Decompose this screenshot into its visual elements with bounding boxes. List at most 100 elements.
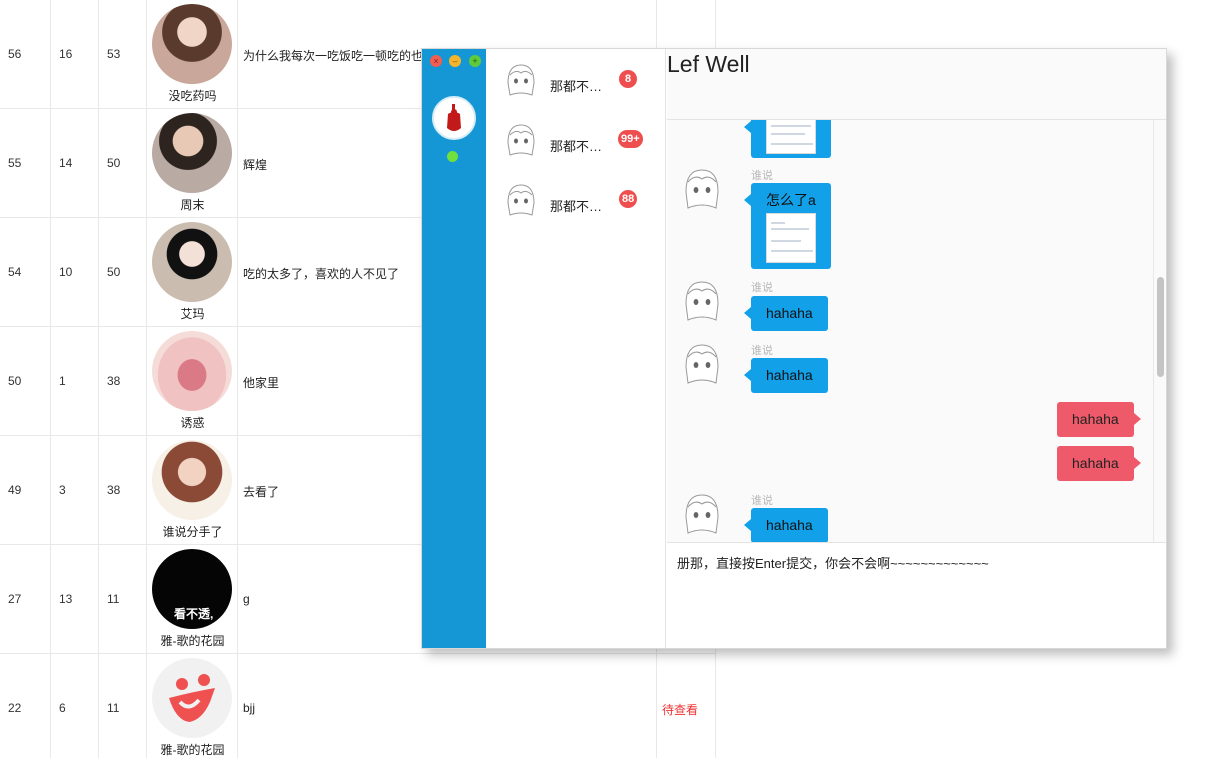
user-avatar[interactable]	[152, 658, 232, 738]
user-nickname: 没吃药吗	[168, 89, 217, 103]
cell-score: 50	[107, 156, 121, 170]
cell-count: 6	[59, 701, 66, 715]
unread-badge: 88	[619, 190, 638, 208]
cell-id: 49	[8, 483, 22, 497]
message-text: 辉煌	[243, 158, 268, 172]
unread-badge: 8	[619, 70, 637, 88]
incoming-message-bubble[interactable]: hahaha	[744, 508, 828, 542]
cell-count: 14	[59, 156, 73, 170]
online-status-indicator	[447, 151, 458, 162]
conversation-name: 那都不…	[550, 79, 603, 94]
chat-sidebar: × – +	[422, 49, 486, 648]
unread-badge: 99+	[618, 130, 643, 148]
statue-avatar-icon	[447, 104, 461, 131]
incoming-message-bubble[interactable]: hahaha	[744, 358, 828, 393]
user-nickname: 诱惑	[180, 416, 205, 430]
conversation-item[interactable]: 那都不… 88	[486, 171, 666, 231]
message-input-text: 册那，直接按Enter提交，你会不会啊~~~~~~~~~~~~~	[677, 556, 989, 571]
my-avatar[interactable]	[432, 96, 476, 140]
avatar-caption: 看不透,	[174, 607, 214, 621]
status-link[interactable]: 待查看	[662, 701, 698, 718]
anime-avatar-icon	[685, 281, 719, 321]
user-avatar[interactable]	[152, 113, 232, 193]
anime-avatar-icon	[507, 184, 535, 216]
cell-id: 55	[8, 156, 22, 170]
cell-id: 22	[8, 701, 22, 715]
anime-avatar-icon	[685, 344, 719, 384]
user-avatar[interactable]	[152, 222, 232, 302]
cell-id: 54	[8, 265, 22, 279]
user-avatar[interactable]	[152, 440, 232, 520]
close-window-button[interactable]: ×	[430, 55, 442, 67]
outgoing-message-bubble[interactable]: hahaha	[1057, 446, 1141, 481]
conversation-item[interactable]: 那都不… 99+	[486, 111, 666, 171]
incoming-message-bubble[interactable]: 怎么了a	[744, 183, 831, 269]
chat-window: × – + 那都不… 8 那都不… 99+ 那都不… 88 Lef Well 谁…	[421, 48, 1167, 649]
people-logo-icon	[169, 674, 215, 722]
incoming-message-bubble[interactable]: hahaha	[744, 296, 828, 331]
message-text: hahaha	[1072, 455, 1119, 471]
table-row[interactable]: 22 6 11 雅-歌的花园 bjj 待查看	[0, 654, 716, 758]
user-nickname: 谁说分手了	[162, 525, 223, 539]
cell-score: 11	[107, 592, 120, 606]
anime-avatar-icon	[507, 124, 535, 156]
cell-id: 27	[8, 592, 22, 606]
user-nickname: 艾玛	[180, 307, 205, 321]
user-avatar[interactable]	[152, 331, 232, 411]
conversation-item[interactable]: 那都不… 8	[486, 51, 666, 111]
message-scrollbar[interactable]	[1153, 120, 1166, 542]
cell-score: 50	[107, 265, 121, 279]
sender-name: 谁说	[751, 345, 773, 357]
user-avatar[interactable]: 看不透,	[152, 549, 232, 629]
sender-name: 谁说	[751, 282, 773, 294]
message-text: hahaha	[766, 305, 813, 321]
minimize-window-button[interactable]: –	[449, 55, 461, 67]
conversation-name: 那都不…	[550, 199, 603, 214]
cell-id: 50	[8, 374, 22, 388]
conversation-name: 那都不…	[550, 139, 603, 154]
cell-score: 38	[107, 374, 121, 388]
sender-name: 谁说	[751, 495, 773, 507]
message-list: 谁说 怎么了a 谁说 hahaha 谁说 hahaha hahaha hahah…	[667, 120, 1166, 542]
minimize-icon: –	[452, 56, 458, 66]
chat-header: Lef Well	[667, 49, 1166, 120]
message-text: hahaha	[1072, 411, 1119, 427]
cell-id: 56	[8, 47, 22, 61]
message-text: g	[243, 592, 250, 606]
message-text: 他家里	[243, 376, 280, 390]
message-text: 吃的太多了，喜欢的人不见了	[243, 267, 400, 281]
cell-count: 1	[59, 374, 66, 388]
close-icon: ×	[433, 56, 439, 66]
cell-count: 10	[59, 265, 73, 279]
cell-count: 13	[59, 592, 73, 606]
maximize-window-button[interactable]: +	[469, 55, 481, 67]
cell-score: 38	[107, 483, 121, 497]
outgoing-message-bubble[interactable]: hahaha	[1057, 402, 1141, 437]
cell-count: 3	[59, 483, 66, 497]
anime-avatar-icon	[507, 64, 535, 96]
maximize-icon: +	[472, 56, 478, 66]
cell-score: 11	[107, 701, 120, 715]
chat-title: Lef Well	[667, 51, 750, 77]
screenshot-thumbnail[interactable]	[766, 120, 816, 154]
anime-avatar-icon	[685, 494, 719, 534]
cell-score: 53	[107, 47, 121, 61]
message-text: hahaha	[766, 517, 813, 533]
message-text: 为什么我每次一吃饭吃一顿吃的也	[243, 49, 424, 63]
image-message-bubble[interactable]	[744, 120, 831, 158]
chat-panel: Lef Well 谁说 怎么了a 谁说 hahaha 谁说 hahaha hah…	[667, 49, 1166, 648]
anime-avatar-icon	[685, 169, 719, 209]
user-nickname: 周末	[180, 198, 205, 212]
screenshot-thumbnail[interactable]	[766, 213, 816, 263]
user-nickname: 雅-歌的花园	[160, 743, 225, 757]
scroll-thumb[interactable]	[1157, 277, 1164, 377]
message-text: hahaha	[766, 367, 813, 383]
message-input[interactable]: 册那，直接按Enter提交，你会不会啊~~~~~~~~~~~~~	[667, 542, 1166, 648]
user-nickname: 雅-歌的花园	[160, 634, 225, 648]
message-text: 去看了	[243, 485, 280, 499]
user-avatar[interactable]	[152, 4, 232, 84]
conversation-list: 那都不… 8 那都不… 99+ 那都不… 88	[486, 49, 666, 648]
sender-name: 谁说	[751, 170, 773, 182]
message-text: bjj	[243, 701, 256, 715]
cell-count: 16	[59, 47, 73, 61]
